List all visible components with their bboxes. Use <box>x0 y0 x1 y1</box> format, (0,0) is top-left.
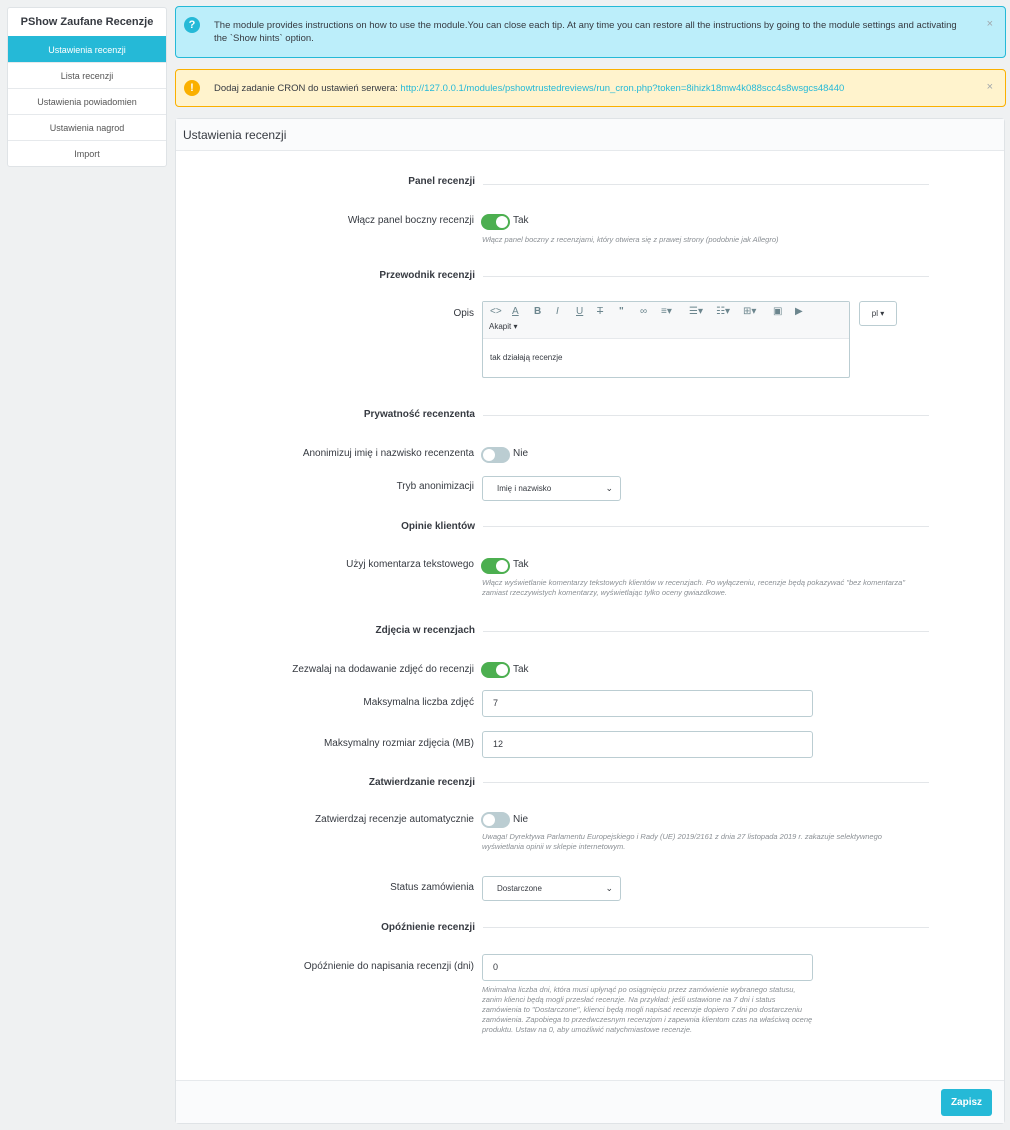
side-panel-label: Włącz panel boczny recenzji <box>347 215 474 226</box>
max-photos-input[interactable]: 7 <box>482 690 813 717</box>
image-icon[interactable]: ▣ <box>773 305 782 319</box>
anonymize-value: Nie <box>513 448 529 459</box>
section-title-opinions: Opinie klientów <box>401 521 475 532</box>
allow-photos-label: Zezwalaj na dodawanie zdjęć do recenzji <box>292 664 474 675</box>
anonymize-label: Anonimizuj imię i nazwisko recenzenta <box>302 448 474 459</box>
divider <box>483 415 929 416</box>
link-icon[interactable]: ∞ <box>640 305 647 319</box>
description-editor[interactable]: <> A B I U T " ∞ ≡▾ ☰▾ ☷▾ ⊞▾ ▣ ▶ Akapit … <box>482 301 850 378</box>
toggle-knob <box>483 449 495 461</box>
media-icon[interactable]: ▶ <box>795 305 803 319</box>
auto-approve-label: Zatwierdzaj recenzje automatycznie <box>315 814 474 825</box>
sidebar-item-reward-settings[interactable]: Ustawienia nagrod <box>8 114 166 140</box>
divider <box>483 184 929 185</box>
cron-url-link[interactable]: http://127.0.0.1/modules/pshowtrustedrev… <box>400 83 844 94</box>
quote-icon[interactable]: " <box>619 305 624 319</box>
review-delay-input[interactable]: 0 <box>482 954 813 981</box>
text-comment-help: Włącz wyświetlanie komentarzy tekstowych… <box>482 578 906 597</box>
strikethrough-icon[interactable]: T <box>597 305 603 319</box>
bold-icon[interactable]: B <box>534 305 541 319</box>
description-label: Opis <box>453 308 474 319</box>
editor-toolbar: <> A B I U T " ∞ ≡▾ ☰▾ ☷▾ ⊞▾ ▣ ▶ Akapit … <box>483 302 849 339</box>
sidebar-item-import[interactable]: Import <box>8 140 166 166</box>
section-title-panel: Panel recenzji <box>408 176 475 187</box>
review-delay-help: Minimalna liczba dni, która musi upłynąć… <box>482 985 813 1034</box>
editor-content[interactable]: tak działają recenzje <box>483 339 849 362</box>
exclamation-circle-icon: ! <box>184 80 200 96</box>
order-status-select[interactable]: Dostarczone ⌄ <box>482 876 621 901</box>
numbered-list-icon[interactable]: ☷▾ <box>716 305 730 319</box>
close-icon[interactable]: × <box>987 81 993 94</box>
sidebar-item-notification-settings[interactable]: Ustawienia powiadomien <box>8 88 166 114</box>
panel-title: Ustawienia recenzji <box>176 119 1004 151</box>
module-sidebar: PShow Zaufane Recenzje Ustawienia recenz… <box>7 7 167 167</box>
toggle-knob <box>496 216 508 228</box>
sidebar-item-review-settings[interactable]: Ustawienia recenzji <box>8 36 166 62</box>
text-comment-toggle[interactable] <box>481 558 510 574</box>
divider <box>483 526 929 527</box>
anonymize-toggle[interactable] <box>481 447 510 463</box>
toggle-knob <box>496 664 508 676</box>
info-alert-text: The module provides instructions on how … <box>214 20 957 44</box>
save-button[interactable]: Zapisz <box>941 1089 992 1116</box>
anon-mode-label: Tryb anonimizacji <box>396 481 474 492</box>
max-photo-size-label: Maksymalny rozmiar zdjęcia (MB) <box>323 738 474 749</box>
order-status-label: Status zamówienia <box>390 882 474 893</box>
close-icon[interactable]: × <box>987 18 993 31</box>
anon-mode-select[interactable]: Imię i nazwisko ⌄ <box>482 476 621 501</box>
review-delay-label: Opóźnienie do napisania recenzji (dni) <box>303 961 474 972</box>
side-panel-value: Tak <box>513 215 529 226</box>
settings-panel: Ustawienia recenzji Panel recenzji Włącz… <box>175 118 1005 1124</box>
section-title-approval: Zatwierdzanie recenzji <box>368 777 475 788</box>
chevron-down-icon: ⌄ <box>605 483 613 493</box>
panel-footer: Zapisz <box>176 1080 1004 1123</box>
question-circle-icon: ? <box>184 17 200 33</box>
auto-approve-toggle[interactable] <box>481 812 510 828</box>
auto-approve-value: Nie <box>513 814 529 825</box>
divider <box>483 782 929 783</box>
underline-icon[interactable]: U <box>576 305 583 319</box>
language-dropdown[interactable]: pl ▾ <box>859 301 897 326</box>
section-title-photos: Zdjęcia w recenzjach <box>375 625 476 636</box>
allow-photos-toggle[interactable] <box>481 662 510 678</box>
side-panel-toggle[interactable] <box>481 214 510 230</box>
table-icon[interactable]: ⊞▾ <box>743 305 756 319</box>
text-color-icon[interactable]: A <box>512 305 519 319</box>
paragraph-format-dropdown[interactable]: Akapit ▾ <box>489 322 517 331</box>
chevron-down-icon: ⌄ <box>605 883 613 893</box>
max-photos-label: Maksymalna liczba zdjęć <box>363 697 474 708</box>
allow-photos-value: Tak <box>513 664 529 675</box>
cron-warning-text: Dodaj zadanie CRON do ustawień serwera: … <box>214 83 845 94</box>
section-title-delay: Opóźnienie recenzji <box>381 922 475 933</box>
cron-warning-alert: ! Dodaj zadanie CRON do ustawień serwera… <box>175 69 1006 107</box>
toggle-knob <box>496 560 508 572</box>
section-title-privacy: Prywatność recenzenta <box>363 409 475 420</box>
side-panel-help: Włącz panel boczny z recenzjami, który o… <box>482 235 779 244</box>
divider <box>483 927 929 928</box>
italic-icon[interactable]: I <box>556 305 559 319</box>
text-comment-value: Tak <box>513 559 529 570</box>
align-icon[interactable]: ≡▾ <box>661 305 672 319</box>
sidebar-title: PShow Zaufane Recenzje <box>20 16 154 28</box>
section-title-guide: Przewodnik recenzji <box>379 270 475 281</box>
text-comment-label: Użyj komentarza tekstowego <box>346 559 474 570</box>
code-view-icon[interactable]: <> <box>490 305 502 319</box>
divider <box>483 276 929 277</box>
max-photo-size-input[interactable]: 12 <box>482 731 813 758</box>
info-alert: ? The module provides instructions on ho… <box>175 6 1006 58</box>
toggle-knob <box>483 814 495 826</box>
divider <box>483 631 929 632</box>
auto-approve-help: Uwaga! Dyrektywa Parlamentu Europejskieg… <box>482 832 882 851</box>
bullet-list-icon[interactable]: ☰▾ <box>689 305 703 319</box>
sidebar-item-review-list[interactable]: Lista recenzji <box>8 62 166 88</box>
